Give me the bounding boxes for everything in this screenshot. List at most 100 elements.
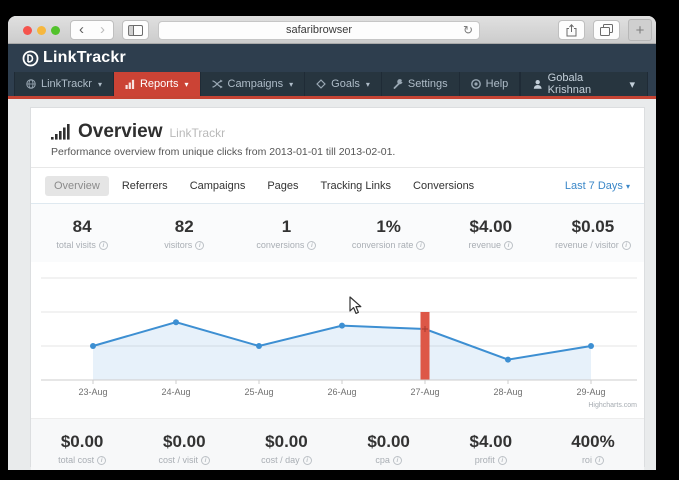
stat-label: revenue / visitor [555,240,619,250]
plus-icon: + [636,22,645,39]
tab-conversions[interactable]: Conversions [404,176,483,196]
stat-value: $0.00 [235,432,337,452]
caret-down-icon: ▾ [366,80,370,89]
info-icon[interactable]: i [622,241,631,250]
sidebar-toggle-button[interactable] [122,20,149,40]
info-icon[interactable]: i [307,241,316,250]
nav-item-settings[interactable]: Settings [382,72,460,96]
stat-value: $4.00 [440,217,542,237]
info-icon[interactable]: i [498,456,507,465]
browser-window: ‹ › safaribrowser ↻ [8,16,656,470]
tab-pages[interactable]: Pages [258,176,307,196]
user-name: Gobala Krishnan [548,72,625,96]
stat-label: conversions [256,240,304,250]
svg-text:27-Aug: 27-Aug [410,387,439,397]
tab-referrers[interactable]: Referrers [113,176,177,196]
stat-value: 400% [542,432,644,452]
report-tabs: Overview Referrers Campaigns Pages Track… [31,168,644,204]
svg-text:28-Aug: 28-Aug [493,387,522,397]
app-logo[interactable]: LinkTrackr [22,49,126,67]
tabs-overview-icon [600,24,613,36]
wrench-icon [393,79,403,89]
tab-campaigns[interactable]: Campaigns [181,176,255,196]
life-ring-icon [471,79,481,89]
forward-button[interactable]: › [92,21,113,39]
stat-label: profit [475,455,495,465]
svg-text:23-Aug: 23-Aug [78,387,107,397]
caret-down-icon: ▾ [626,182,630,191]
nav-label: Reports [140,78,179,90]
show-tabs-button[interactable] [593,20,620,40]
stats-row-top: 84 total visitsi 82 visitorsi 1 conversi… [31,204,644,262]
nav-item-reports[interactable]: Reports ▾ [114,72,201,96]
main-navbar: LinkTrackr ▾ Reports ▾ Campaigns ▾ [8,72,656,99]
svg-text:26-Aug: 26-Aug [327,387,356,397]
visits-chart-svg: 23-Aug24-Aug25-Aug26-Aug27-Aug28-Aug29-A… [31,262,646,412]
stat-label: cost / day [261,455,300,465]
overview-card: Overview LinkTrackr Performance overview… [30,107,645,467]
date-range-label: Last 7 Days [565,180,623,192]
caret-down-icon: ▾ [629,78,635,91]
info-icon[interactable]: i [195,241,204,250]
linktrackr-logo-icon [22,50,39,67]
url-text: safaribrowser [286,24,352,36]
stat-value: 84 [31,217,133,237]
mouse-cursor [349,296,362,315]
nav-label: Help [486,78,509,90]
nav-item-help[interactable]: Help [460,72,521,96]
caret-down-icon: ▾ [184,80,188,89]
stat-cost-day: $0.00 cost / dayi [235,432,337,465]
minimize-window-button[interactable] [37,26,46,35]
user-icon [533,79,542,89]
date-range-dropdown[interactable]: Last 7 Days ▾ [565,180,630,192]
new-tab-button[interactable]: + [628,19,652,41]
diamond-icon [316,79,326,89]
globe-icon [26,79,36,89]
svg-text:25-Aug: 25-Aug [244,387,273,397]
info-icon[interactable]: i [201,456,210,465]
caret-down-icon: ▾ [289,80,293,89]
share-button[interactable] [558,20,585,40]
url-field[interactable]: safaribrowser ↻ [158,21,480,40]
page-subtitle: Performance overview from unique clicks … [51,146,624,158]
stat-profit: $4.00 profiti [440,432,542,465]
info-icon[interactable]: i [303,456,312,465]
page-content: Overview LinkTrackr Performance overview… [8,99,656,470]
stat-label: total cost [58,455,94,465]
stat-cpa: $0.00 cpai [338,432,440,465]
shuffle-icon [212,79,223,89]
nav-label: Settings [408,78,448,90]
info-icon[interactable]: i [99,241,108,250]
app-logo-text: LinkTrackr [43,49,126,67]
stat-revenue: $4.00 revenuei [440,217,542,250]
zoom-window-button[interactable] [51,26,60,35]
stat-revenue-visitor: $0.05 revenue / visitori [542,217,644,250]
stat-total-visits: 84 total visitsi [31,217,133,250]
stat-roi: 400% roii [542,432,644,465]
info-icon[interactable]: i [416,241,425,250]
info-icon[interactable]: i [595,456,604,465]
nav-item-goals[interactable]: Goals ▾ [305,72,382,96]
stat-label: conversion rate [352,240,414,250]
tab-tracking-links[interactable]: Tracking Links [312,176,401,196]
page-header: Overview LinkTrackr Performance overview… [31,108,644,168]
tab-overview[interactable]: Overview [45,176,109,196]
nav-item-campaigns[interactable]: Campaigns ▾ [201,72,306,96]
stat-value: $0.00 [31,432,133,452]
back-button[interactable]: ‹ [71,21,92,39]
caret-down-icon: ▾ [98,80,102,89]
stat-label: visitors [164,240,192,250]
close-window-button[interactable] [23,26,32,35]
reload-icon[interactable]: ↻ [463,23,473,37]
info-icon[interactable]: i [504,241,513,250]
nav-item-linktrackr[interactable]: LinkTrackr ▾ [14,72,114,96]
svg-text:24-Aug: 24-Aug [161,387,190,397]
info-icon[interactable]: i [97,456,106,465]
stat-value: $0.00 [338,432,440,452]
stat-conversion-rate: 1% conversion ratei [338,217,440,250]
info-icon[interactable]: i [393,456,402,465]
app-header: LinkTrackr [8,44,656,72]
stat-visitors: 82 visitorsi [133,217,235,250]
user-menu[interactable]: Gobala Krishnan ▾ [520,72,648,96]
stat-label: cost / visit [159,455,199,465]
